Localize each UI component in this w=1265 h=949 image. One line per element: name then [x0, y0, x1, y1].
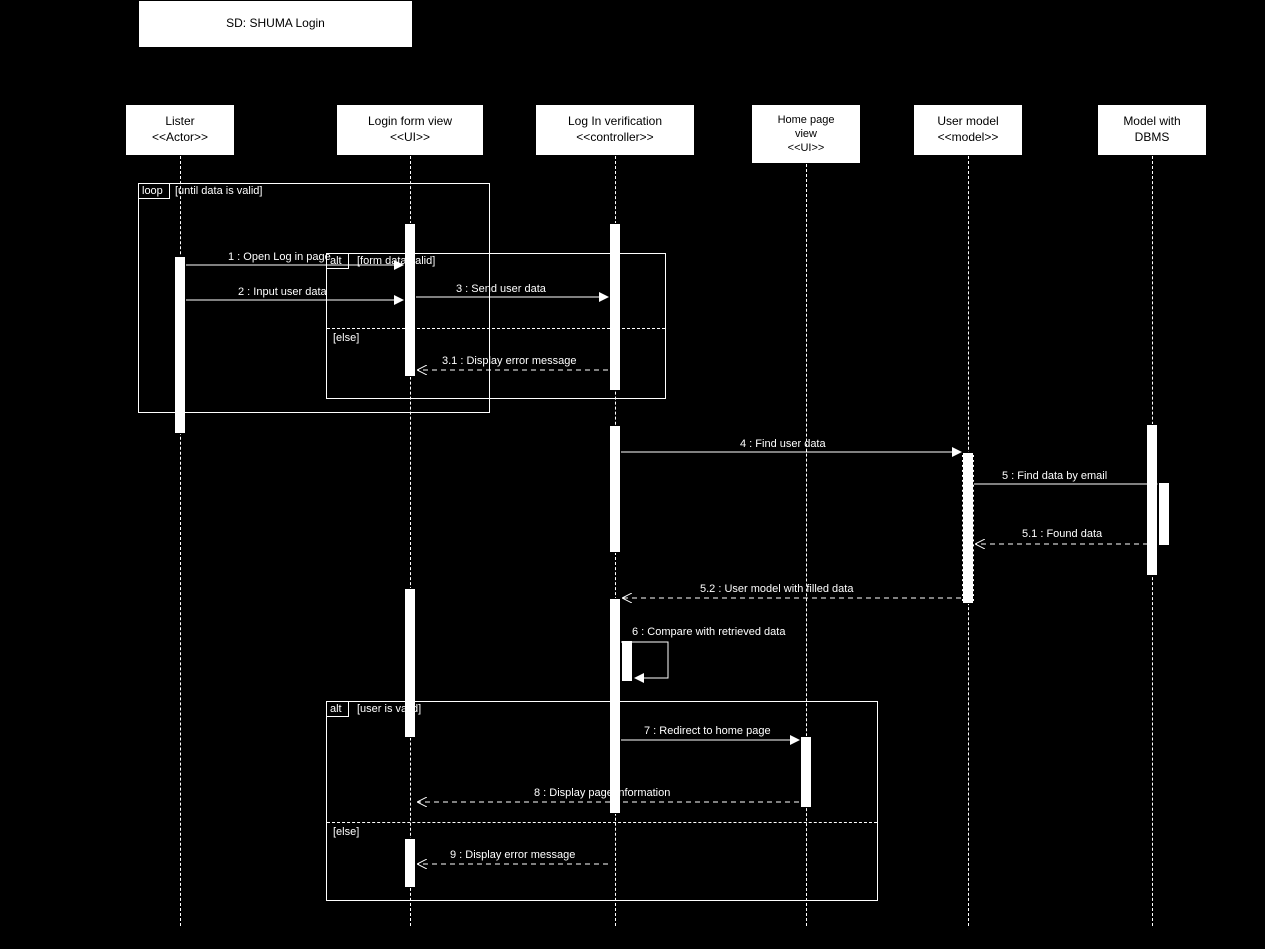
- diagram-title: SD: SHUMA Login: [138, 0, 413, 48]
- participant-login-verification-label: Log In verification: [568, 114, 662, 130]
- msg-5-1: 5.1 : Found data: [1022, 528, 1102, 540]
- diagram-title-text: SD: SHUMA Login: [226, 16, 325, 32]
- activation-usermodel-1: [962, 452, 974, 604]
- msg-9: 9 : Display error message: [450, 849, 575, 861]
- participant-user-model-label: User model: [937, 114, 998, 130]
- msg-3: 3 : Send user data: [456, 283, 546, 295]
- frame-loop-label: loop: [139, 184, 170, 199]
- msg-5: 5 : Find data by email: [1002, 470, 1107, 482]
- activation-dbms-1: [1146, 424, 1158, 576]
- frame-alt2-divider: [327, 822, 877, 823]
- msg-7: 7 : Redirect to home page: [644, 725, 771, 737]
- participant-login-verification-stereo: <<controller>>: [576, 130, 653, 146]
- frame-alt1-else: [else]: [333, 332, 359, 344]
- participant-lister: Lister <<Actor>>: [125, 104, 235, 156]
- msg-4: 4 : Find user data: [740, 438, 826, 450]
- msg-2: 2 : Input user data: [238, 286, 327, 298]
- frame-loop-guard: [until data is valid]: [175, 185, 262, 197]
- participant-home-page-label1: Home page: [778, 113, 835, 127]
- frame-alt2-else: [else]: [333, 826, 359, 838]
- msg-5-2: 5.2 : User model with filled data: [700, 583, 853, 595]
- msg-3-1: 3.1 : Display error message: [442, 355, 577, 367]
- participant-home-page: Home page view <<UI>>: [751, 104, 861, 164]
- frame-alt2-label: alt: [327, 702, 349, 717]
- msg-6: 6 : Compare with retrieved data: [632, 626, 785, 638]
- frame-alt1: [326, 253, 666, 399]
- participant-home-page-stereo: <<UI>>: [788, 141, 825, 155]
- participant-user-model-stereo: <<model>>: [938, 130, 999, 146]
- participant-login-form-stereo: <<UI>>: [390, 130, 430, 146]
- participant-user-model: User model <<model>>: [913, 104, 1023, 156]
- participant-lister-label: Lister: [165, 114, 194, 130]
- participant-dbms-label2: DBMS: [1135, 130, 1170, 146]
- frame-alt1-divider: [327, 328, 665, 329]
- frame-alt1-guard: [form data valid]: [357, 255, 435, 267]
- activation-controller-3b: [621, 640, 633, 682]
- participant-login-verification: Log In verification <<controller>>: [535, 104, 695, 156]
- activation-controller-2: [609, 425, 621, 553]
- msg-1: 1 : Open Log in page: [228, 251, 331, 263]
- msg-8: 8 : Display page information: [534, 787, 670, 799]
- frame-alt2-guard: [user is valid]: [357, 703, 421, 715]
- participant-dbms-label1: Model with: [1123, 114, 1180, 130]
- frame-alt2: [326, 701, 878, 901]
- activation-dbms-1b: [1158, 482, 1170, 546]
- participant-login-form: Login form view <<UI>>: [336, 104, 484, 156]
- participant-dbms: Model with DBMS: [1097, 104, 1207, 156]
- participant-lister-stereo: <<Actor>>: [152, 130, 208, 146]
- participant-home-page-label2: view: [795, 127, 817, 141]
- participant-login-form-label: Login form view: [368, 114, 452, 130]
